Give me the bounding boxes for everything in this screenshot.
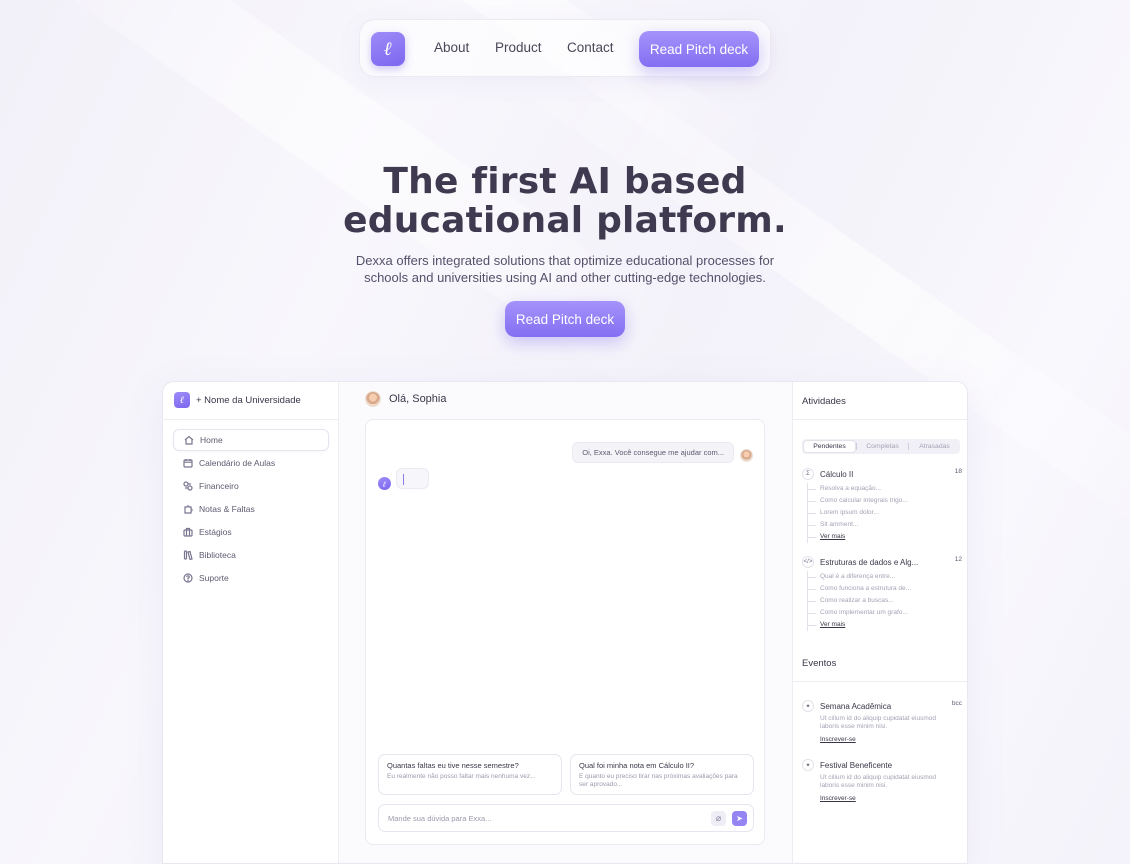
course-task[interactable]: Como calcular integrais trigo... — [808, 495, 962, 507]
sidebar-item-suporte[interactable]: Suporte — [173, 567, 329, 589]
event-description: laboris esse minim nisi. — [820, 723, 888, 730]
sidebar-item-label: Calendário de Aulas — [199, 458, 276, 468]
sidebar-item-label: Financeiro — [199, 481, 239, 491]
sidebar-item-financeiro[interactable]: Financeiro — [173, 475, 329, 497]
sidebar-item-home[interactable]: Home — [173, 429, 329, 451]
tab-atrasadas[interactable]: Atrasadas — [908, 443, 960, 450]
top-navbar: ℓ About Product Contact Read Pitch deck — [359, 19, 771, 77]
suggestion-question: Quantas faltas eu tive nesse semestre? — [387, 761, 519, 770]
activities-title: Atividades — [802, 396, 846, 407]
inscrever-se-link[interactable]: Inscrever-se — [820, 736, 962, 743]
hero-title: The first AI based educational platform. — [0, 162, 1130, 240]
tab-pendentes[interactable]: Pendentes — [803, 440, 856, 453]
exxa-bot-icon: ℓ — [378, 477, 391, 490]
sidebar-item-label: Estágios — [199, 527, 232, 537]
course-task[interactable]: Resolva a equação... — [808, 483, 962, 495]
chat-window: Oi, Exxa. Você consegue me ajudar com...… — [365, 419, 765, 845]
chat-input-placeholder: Mande sua dúvida para Exxa... — [388, 814, 492, 823]
chat-header: Olá, Sophia — [365, 391, 446, 407]
hero-subtitle-line-2: schools and universities using AI and ot… — [364, 269, 766, 285]
hero-read-pitch-deck-button[interactable]: Read Pitch deck — [505, 301, 625, 337]
suggestion-card[interactable]: Qual foi minha nota em Cálculo II? E qua… — [570, 754, 754, 795]
code-icon: </> — [802, 556, 814, 568]
activity-tabs: Pendentes Completas Atrasadas — [802, 439, 960, 454]
event-name: Semana Acadêmica — [820, 701, 892, 711]
course-task[interactable]: Como realizar a buscas... — [808, 595, 962, 607]
event-description: Ut cillum id do aliquip cupidatat eiusmo… — [820, 774, 936, 781]
nav-link-contact[interactable]: Contact — [567, 40, 614, 55]
ver-mais-link[interactable]: Ver mais — [808, 619, 962, 631]
typing-indicator — [396, 468, 429, 489]
sidebar-item-notas[interactable]: Notas & Faltas — [173, 498, 329, 520]
user-message-text: Oi, Exxa. Você consegue me ajudar com... — [582, 448, 724, 457]
user-message-bubble: Oi, Exxa. Você consegue me ajudar com... — [572, 442, 734, 463]
ver-mais-link[interactable]: Ver mais — [808, 531, 962, 543]
party-icon: ✦ — [802, 700, 814, 712]
events-title: Eventos — [802, 658, 837, 669]
nav-link-about[interactable]: About — [434, 40, 469, 55]
course-task[interactable]: Como implementar um grafo... — [808, 607, 962, 619]
course-count: 18 — [954, 468, 962, 475]
attach-icon[interactable]: ⌀ — [711, 811, 726, 826]
briefcase-icon — [183, 527, 193, 537]
party-icon: ✦ — [802, 759, 814, 771]
inscrever-se-link[interactable]: Inscrever-se — [820, 795, 962, 802]
sidebar-item-label: Suporte — [199, 573, 229, 583]
event-description: laboris esse minim nisi. — [820, 782, 888, 789]
chat-input[interactable]: Mande sua dúvida para Exxa... ⌀ ➤ — [378, 804, 754, 832]
hero-title-line-1: The first AI based — [383, 161, 747, 202]
puzzle-icon — [184, 505, 193, 514]
dexxa-logo-icon: ℓ — [174, 392, 190, 408]
chat-area: Olá, Sophia Oi, Exxa. Você consegue me a… — [339, 382, 792, 863]
finance-icon — [183, 481, 193, 491]
suggestion-question: Qual foi minha nota em Cálculo II? — [579, 761, 695, 770]
sigma-icon: Σ — [802, 468, 814, 480]
home-icon — [184, 435, 194, 445]
university-selector[interactable]: ℓ + Nome da Universidade — [174, 392, 301, 408]
sidebar-item-calendario[interactable]: Calendário de Aulas — [173, 452, 329, 474]
event-tag: bcc — [951, 700, 962, 707]
course-name: Cálculo II — [820, 469, 854, 479]
course-card: </> Estruturas de dados e Alg... 12 Qual… — [802, 556, 962, 631]
course-task[interactable]: Qual é a diferença entre... — [808, 571, 962, 583]
course-card: Σ Cálculo II 18 Resolva a equação... Com… — [802, 468, 962, 543]
right-panel: Atividades Pendentes Completas Atrasadas… — [792, 382, 967, 863]
books-icon — [183, 550, 193, 560]
university-name: + Nome da Universidade — [196, 394, 301, 406]
sidebar: ℓ + Nome da Universidade Home Calendário… — [163, 382, 339, 863]
suggestion-card[interactable]: Quantas faltas eu tive nesse semestre? E… — [378, 754, 562, 795]
course-task[interactable]: Lorem ipsum dolor... — [808, 507, 962, 519]
course-task[interactable]: Como funciona a estrutura de... — [808, 583, 962, 595]
sidebar-item-label: Biblioteca — [199, 550, 236, 560]
avatar[interactable] — [365, 391, 381, 407]
course-count: 12 — [954, 556, 962, 563]
hero-subtitle-line-1: Dexxa offers integrated solutions that o… — [355, 253, 775, 268]
nav-read-pitch-deck-button[interactable]: Read Pitch deck — [639, 31, 759, 67]
help-icon — [183, 573, 193, 583]
event-name: Festival Beneficente — [820, 760, 893, 770]
dexxa-logo-icon[interactable]: ℓ — [371, 32, 405, 66]
sidebar-item-biblioteca[interactable]: Biblioteca — [173, 544, 329, 566]
suggestion-detail: Eu realmente não posso faltar mais nenhu… — [387, 773, 536, 780]
sidebar-item-label: Notas & Faltas — [199, 504, 255, 514]
user-avatar — [740, 449, 753, 462]
sidebar-item-label: Home — [200, 435, 223, 445]
suggestion-detail: E quanto eu preciso tirar nas próximas a… — [579, 773, 738, 788]
course-name: Estruturas de dados e Alg... — [820, 557, 919, 567]
sidebar-item-estagios[interactable]: Estágios — [173, 521, 329, 543]
course-task[interactable]: Sit amment... — [808, 519, 962, 531]
send-icon[interactable]: ➤ — [732, 811, 747, 826]
nav-link-product[interactable]: Product — [495, 40, 542, 55]
event-card: ✦ Semana Acadêmica bcc Ut cillum id do a… — [802, 700, 962, 743]
tab-completas[interactable]: Completas — [856, 443, 908, 450]
greeting: Olá, Sophia — [389, 393, 447, 405]
hero-subtitle: Dexxa offers integrated solutions that o… — [0, 253, 1130, 286]
calendar-icon — [183, 459, 193, 468]
event-card: ✦ Festival Beneficente Ut cillum id do a… — [802, 759, 962, 802]
hero-title-line-2: educational platform. — [343, 200, 787, 241]
app-preview: ℓ + Nome da Universidade Home Calendário… — [162, 381, 968, 864]
event-description: Ut cillum id do aliquip cupidatat eiusmo… — [820, 715, 936, 722]
